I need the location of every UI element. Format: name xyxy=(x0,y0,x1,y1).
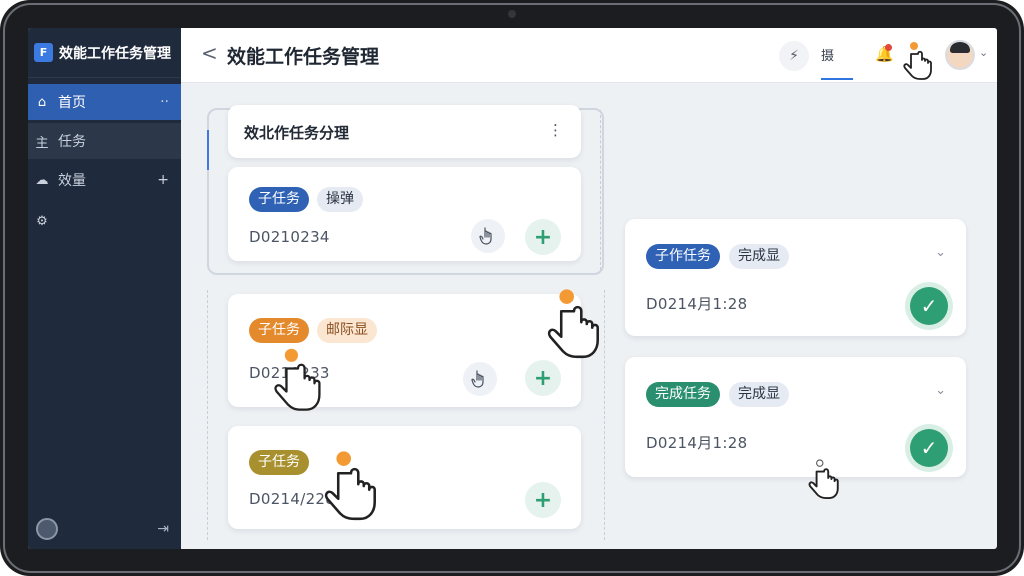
logo-icon: F xyxy=(34,43,53,62)
task-time: D0214月1:28 xyxy=(646,434,748,452)
sidebar-item-metrics[interactable]: ☁ 效量 + xyxy=(28,162,181,198)
add-subtask-button[interactable]: + xyxy=(525,360,561,396)
more-icon[interactable]: ⋮ xyxy=(548,121,563,139)
sidebar-footer: ⇥ xyxy=(28,509,181,549)
group-title: 效北作任务分理 xyxy=(244,124,350,142)
sidebar-item-label: 首页 xyxy=(58,95,86,111)
add-subtask-button[interactable]: + xyxy=(525,219,561,255)
quick-action-button[interactable]: ⚡ xyxy=(779,41,809,71)
user-avatar[interactable] xyxy=(945,40,975,70)
add-icon[interactable]: + xyxy=(157,172,169,188)
tablet-frame: F 效能工作任务管理 ⌂ 首页 ·· 主 任务 ☁ 效量 + ⚙ ⇥ < 效能工… xyxy=(0,0,1024,576)
bolt-icon: ⚡ xyxy=(789,48,799,64)
chart-icon: ☁ xyxy=(35,172,49,188)
logout-icon[interactable]: ⇥ xyxy=(157,521,169,537)
top-bar: < 效能工作任务管理 ⚡ 摄 🔔 ⌄ xyxy=(181,28,997,83)
hand-cursor-icon xyxy=(903,42,932,80)
task-code: D0210234 xyxy=(249,228,330,246)
hand-cursor-icon xyxy=(324,451,376,521)
status-badge: 子作任务 xyxy=(646,244,720,269)
user-avatar[interactable] xyxy=(36,518,58,540)
status-badge: 子任务 xyxy=(249,318,309,343)
status-badge: 邮际显 xyxy=(317,318,377,343)
status-badge: 完成显 xyxy=(729,382,789,407)
drag-handle-icon[interactable] xyxy=(471,219,505,253)
task-card[interactable]: 子任务 操弹 D0210234 + xyxy=(228,167,581,261)
status-badge: 操弹 xyxy=(317,187,363,212)
gear-icon: ⚙ xyxy=(36,213,48,229)
sidebar: F 效能工作任务管理 ⌂ 首页 ·· 主 任务 ☁ 效量 + ⚙ ⇥ xyxy=(28,28,181,549)
camera-dot xyxy=(508,10,516,18)
hand-cursor-icon xyxy=(547,289,599,359)
back-icon[interactable]: < xyxy=(201,41,218,65)
completed-task-card[interactable]: 子作任务 完成显 ⌄ D0214月1:28 ✓ xyxy=(625,219,966,336)
sidebar-item-label: 任务 xyxy=(58,134,86,150)
sidebar-item-home[interactable]: ⌂ 首页 ·· xyxy=(28,84,181,120)
check-icon[interactable]: ✓ xyxy=(910,287,948,325)
status-badge: 完成显 xyxy=(729,244,789,269)
task-icon: 主 xyxy=(35,135,49,151)
home-icon: ⌂ xyxy=(37,94,47,110)
add-subtask-button[interactable]: + xyxy=(525,482,561,518)
chevron-down-icon[interactable]: ⌄ xyxy=(935,245,946,260)
more-icon[interactable]: ·· xyxy=(160,94,169,110)
notification-badge xyxy=(885,44,892,51)
sidebar-item-settings[interactable]: ⚙ xyxy=(28,203,181,239)
task-card[interactable]: 子任务 D0214/228 + xyxy=(228,426,581,529)
hand-cursor-icon xyxy=(808,459,839,500)
check-icon[interactable]: ✓ xyxy=(910,429,948,467)
status-badge: 子任务 xyxy=(249,187,309,212)
status-badge: 子任务 xyxy=(249,450,309,475)
app-screen: F 效能工作任务管理 ⌂ 首页 ·· 主 任务 ☁ 效量 + ⚙ ⇥ < 效能工… xyxy=(28,28,997,549)
active-tab-indicator xyxy=(821,78,853,80)
task-time: D0214月1:28 xyxy=(646,295,748,313)
hand-cursor-icon xyxy=(274,348,321,411)
brand[interactable]: F 效能工作任务管理 xyxy=(28,28,181,78)
tab-view[interactable]: 摄 xyxy=(821,45,834,64)
column-guide xyxy=(207,290,208,540)
app-name: 效能工作任务管理 xyxy=(59,45,171,62)
completed-task-card[interactable]: 完成任务 完成显 ⌄ D0214月1:28 ✓ xyxy=(625,357,966,477)
sidebar-item-label: 效量 xyxy=(58,173,86,189)
status-badge: 完成任务 xyxy=(646,382,720,407)
chevron-down-icon[interactable]: ⌄ xyxy=(979,46,988,59)
group-header-card[interactable]: 效北作任务分理 ⋮ xyxy=(228,105,581,158)
page-title: 效能工作任务管理 xyxy=(227,46,380,68)
chevron-down-icon[interactable]: ⌄ xyxy=(935,383,946,398)
sidebar-item-tasks[interactable]: 主 任务 xyxy=(28,123,181,159)
drag-handle-icon[interactable] xyxy=(463,362,497,396)
